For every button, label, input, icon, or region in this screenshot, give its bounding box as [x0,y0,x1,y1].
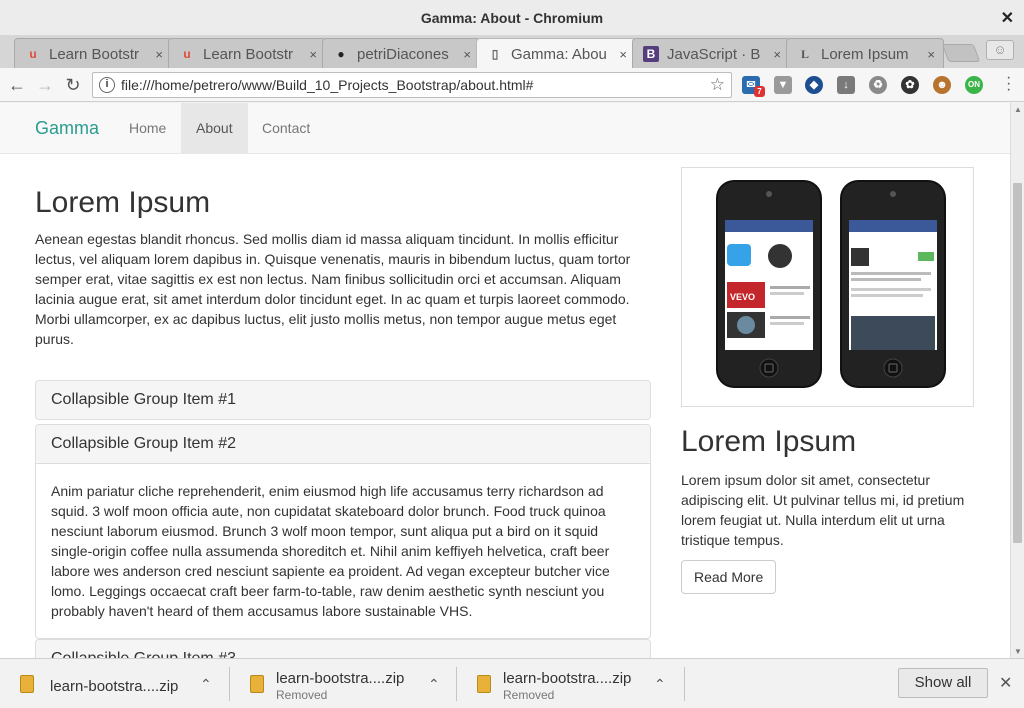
tab-close-icon[interactable]: × [927,47,935,62]
tab-gamma-about[interactable]: ▯ Gamma: Abou × [476,38,636,68]
window-titlebar: Gamma: About - Chromium ✕ [0,0,1024,36]
scroll-up-icon[interactable]: ▲ [1014,105,1022,114]
address-bar[interactable]: i file:///home/petrero/www/Build_10_Proj… [92,72,732,98]
new-tab-button[interactable] [941,44,981,62]
tab-close-icon[interactable]: × [155,47,163,62]
site-navbar: Gamma Home About Contact [0,103,1010,154]
accordion-header[interactable]: Collapsible Group Item #2 [36,425,650,463]
scrollbar-thumb[interactable] [1013,183,1022,543]
phone-image: VEVO [681,167,974,407]
browser-toolbar: ← → ↻ i file:///home/petrero/www/Build_1… [0,68,1024,102]
download-filename: learn-bootstra....zip [276,670,405,687]
accordion-header[interactable]: Collapsible Group Item #3 [36,640,650,658]
profile-icon[interactable]: ☺ [986,40,1014,60]
tab-label: Lorem Ipsum [821,45,909,63]
tab-label: petriDiacones [357,45,449,63]
tab-learn-bootstrap-2[interactable]: u Learn Bootstr × [168,38,326,68]
window-title: Gamma: About - Chromium [420,10,604,26]
close-icon[interactable]: ✕ [999,673,1012,693]
chevron-up-icon[interactable]: ⌃ [428,676,440,693]
extension-badge: 7 [754,86,765,97]
chevron-up-icon[interactable]: ⌃ [654,676,666,693]
accordion-header[interactable]: Collapsible Group Item #1 [36,381,650,419]
info-icon[interactable]: i [99,77,115,93]
zip-file-icon [20,675,34,693]
tab-close-icon[interactable]: × [619,47,627,62]
accordion-body: Anim pariatur cliche reprehenderit, enim… [36,463,650,638]
sidebar-heading: Lorem Ipsum [681,425,857,458]
nav-home[interactable]: Home [114,103,181,153]
show-all-button[interactable]: Show all [898,668,988,698]
phones-illustration: VEVO [716,180,946,388]
forward-button[interactable]: → [34,74,56,96]
tab-close-icon[interactable]: × [773,47,781,62]
extension-bird-icon[interactable]: ◆ [805,76,823,94]
tab-close-icon[interactable]: × [463,47,471,62]
scroll-down-icon[interactable]: ▼ [1014,647,1022,656]
url-text[interactable]: file:///home/petrero/www/Build_10_Projec… [121,77,533,93]
extension-on-icon[interactable]: ON [965,76,983,94]
nav-about[interactable]: About [181,103,248,153]
udemy-icon: u [183,47,191,61]
accordion-item-2[interactable]: Collapsible Group Item #2 Anim pariatur … [35,424,651,639]
page-scrollbar[interactable]: ▲ ▼ [1010,103,1024,658]
extension-paw-icon[interactable]: ✿ [901,76,919,94]
tab-strip: u Learn Bootstr × u Learn Bootstr × ● pe… [0,36,1024,68]
tab-label: Learn Bootstr [203,45,294,63]
browser-menu-icon[interactable]: · · · [1006,70,1012,98]
tab-lorem-ipsum[interactable]: L Lorem Ipsum × [786,38,944,68]
zip-file-icon [477,675,491,693]
extension-fox-icon[interactable]: ☻ [933,76,951,94]
tab-label: Learn Bootstr [49,45,140,63]
document-icon: ▯ [491,47,499,61]
svg-text:VEVO: VEVO [730,292,755,302]
lipsum-icon: L [800,46,809,61]
tab-label: JavaScript · B [667,45,761,63]
download-shelf: learn-bootstra....zip ⌃ learn-bootstra..… [0,658,1024,708]
tab-close-icon[interactable]: × [309,47,317,62]
extension-download-icon[interactable]: ↓ [837,76,855,94]
chevron-up-icon[interactable]: ⌃ [200,676,212,693]
page-title: Lorem Ipsum [35,186,211,219]
back-button[interactable]: ← [6,74,28,96]
zip-file-icon [250,675,264,693]
bookmark-star-icon[interactable]: ☆ [710,75,725,95]
download-filename: learn-bootstra....zip [503,670,632,687]
bootstrap-icon: B [643,46,659,62]
download-filename: learn-bootstra....zip [50,678,179,695]
tab-label: Gamma: Abou [511,45,607,63]
nav-contact[interactable]: Contact [247,103,325,153]
extension-recycle-icon[interactable]: ♻ [869,76,887,94]
window-close-button[interactable]: ✕ [1001,8,1014,28]
accordion-item-3[interactable]: Collapsible Group Item #3 [35,639,651,658]
divider [684,667,685,701]
udemy-icon: u [29,47,37,61]
download-status: Removed [276,688,328,702]
read-more-button[interactable]: Read More [681,560,777,594]
download-item[interactable]: learn-bootstra....zip Removed ⌃ [457,659,685,708]
accordion-item-1[interactable]: Collapsible Group Item #1 [35,380,651,420]
page-viewport: Gamma Home About Contact Lorem Ipsum Aen… [0,103,1010,658]
sidebar-paragraph: Lorem ipsum dolor sit amet, consectetur … [681,472,965,548]
tab-github[interactable]: ● petriDiacones × [322,38,480,68]
download-status: Removed [503,688,555,702]
reload-button[interactable]: ↻ [62,74,84,96]
extension-shield-icon[interactable]: ▼ [774,76,792,94]
intro-paragraph: Aenean egestas blandit rhoncus. Sed moll… [35,231,631,347]
site-brand[interactable]: Gamma [35,118,99,139]
tab-learn-bootstrap-1[interactable]: u Learn Bootstr × [14,38,172,68]
download-item[interactable]: learn-bootstra....zip ⌃ [0,659,230,708]
github-icon: ● [337,47,345,61]
tab-javascript-bootstrap[interactable]: B JavaScript · B × [632,38,790,68]
download-item[interactable]: learn-bootstra....zip Removed ⌃ [230,659,457,708]
